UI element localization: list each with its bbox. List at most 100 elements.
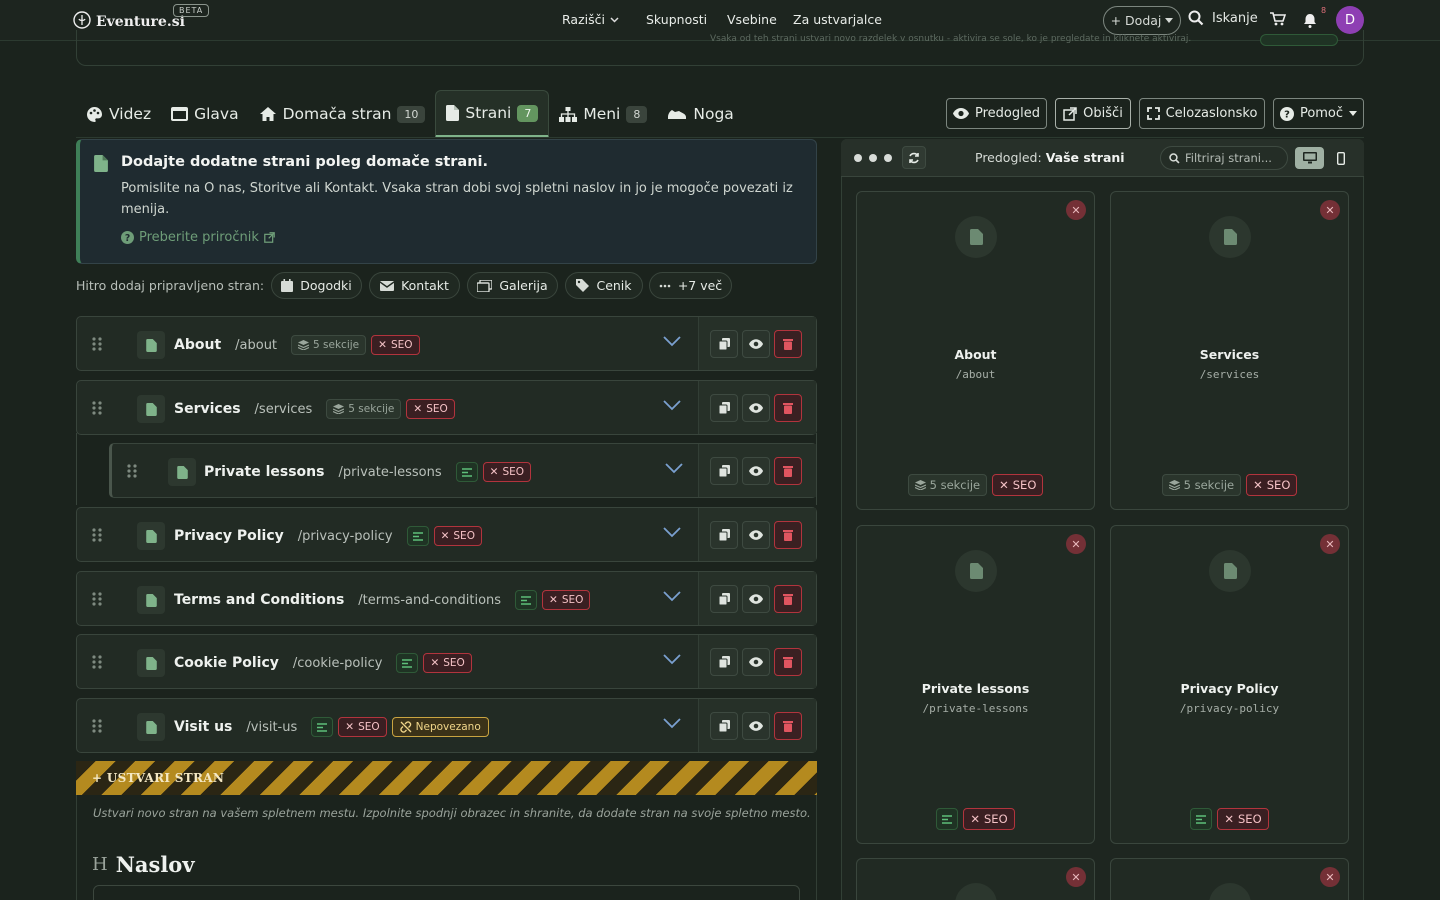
drag-handle-icon[interactable] [91,528,103,542]
duplicate-button[interactable] [710,330,738,358]
card-tags: 5 sekcije ✕ SEO [1111,474,1348,496]
preview-title: Predogled: Vaše strani [975,150,1125,165]
page-row[interactable]: Services/services 5 sekcije ✕ SEO [76,380,817,435]
drag-handle-icon[interactable] [91,592,103,606]
quick-add-gallery[interactable]: Galerija [467,272,558,299]
drag-handle-icon[interactable] [126,464,138,478]
delete-button[interactable] [774,457,802,485]
guide-link[interactable]: ? Preberite priročnik [121,230,275,245]
help-button[interactable]: ? Pomoč [1273,98,1364,129]
create-page-description: Ustvari novo stran na vašem spletnem mes… [93,806,811,820]
duplicate-button[interactable] [710,585,738,613]
preview-button-label: Predogled [975,106,1040,121]
remove-card-button[interactable]: ✕ [1320,534,1340,554]
refresh-button[interactable] [902,146,926,169]
remove-card-button[interactable]: ✕ [1320,867,1340,887]
search-icon [1188,10,1204,26]
chevron-down-icon[interactable] [663,591,681,602]
title-field-text: Naslov [115,852,195,877]
page-row[interactable]: Privacy Policy/privacy-policy ✕ SEO [76,507,817,562]
view-button[interactable] [742,521,770,549]
drag-handle-icon[interactable] [91,719,103,733]
duplicate-button[interactable] [710,394,738,422]
delete-button[interactable] [774,330,802,358]
remove-card-button[interactable]: ✕ [1320,200,1340,220]
envelope-icon [380,280,395,291]
quick-add-events[interactable]: Dogodki [271,272,362,299]
tab-footer[interactable]: Noga [657,90,743,138]
chevron-down-icon[interactable] [663,527,681,538]
unlinked-badge: Nepovezano [391,717,489,737]
preview-card[interactable]: ✕ [856,858,1095,900]
view-button[interactable] [742,457,770,485]
ellipsis-icon [659,284,671,287]
chevron-down-icon[interactable] [663,654,681,665]
page-title: Privacy Policy/privacy-policy ✕ SEO [174,526,482,546]
desktop-icon [1302,152,1317,164]
guide-link-label: Preberite priročnik [139,230,259,245]
preview-card[interactable]: ✕ Privacy Policy /privacy-policy ✕ SEO [1110,525,1349,844]
visit-button[interactable]: Obišči [1055,98,1131,129]
desktop-view-button[interactable] [1295,147,1324,169]
chevron-down-icon[interactable] [663,400,681,411]
page-row[interactable]: Terms and Conditions/terms-and-condition… [76,571,817,626]
duplicate-button[interactable] [710,648,738,676]
duplicate-button[interactable] [710,457,738,485]
preview-card[interactable]: ✕ Services /services 5 sekcije ✕ SEO [1110,191,1349,510]
row-actions [710,330,802,358]
drag-handle-icon[interactable] [91,337,103,351]
brand-logo[interactable]: Eventure.si [73,10,185,30]
preview-card[interactable]: ✕ About /about 5 sekcije ✕ SEO [856,191,1095,510]
chevron-down-icon[interactable] [665,463,683,474]
delete-button[interactable] [774,712,802,740]
card-title: About [954,347,997,362]
delete-button[interactable] [774,648,802,676]
nav-content[interactable]: Vsebine [727,12,777,27]
preview-card[interactable]: ✕ Private lessons /private-lessons ✕ SEO [856,525,1095,844]
chevron-down-icon[interactable] [663,336,681,347]
title-input[interactable] [93,885,800,900]
view-button[interactable] [742,585,770,613]
nav-creators[interactable]: Za ustvarjalce [793,12,882,27]
tab-homepage[interactable]: Domača stran 10 [249,90,436,138]
x-icon: ✕ [489,466,499,478]
duplicate-button[interactable] [710,712,738,740]
view-button[interactable] [742,648,770,676]
nav-communities[interactable]: Skupnosti [646,12,707,27]
remove-card-button[interactable]: ✕ [1066,867,1086,887]
view-button[interactable] [742,394,770,422]
duplicate-button[interactable] [710,521,738,549]
view-button[interactable] [742,712,770,740]
remove-card-button[interactable]: ✕ [1066,534,1086,554]
quick-add-pricing[interactable]: Cenik [565,272,643,299]
delete-button[interactable] [774,521,802,549]
page-row[interactable]: Cookie Policy/cookie-policy ✕ SEO [76,634,817,689]
tab-pages[interactable]: Strani 7 [435,90,550,138]
quick-add-more[interactable]: +7 več [649,272,732,299]
tab-header[interactable]: Glava [161,90,249,138]
chevron-down-icon[interactable] [663,718,681,729]
mobile-view-button[interactable] [1330,147,1352,169]
search-button[interactable]: Iskanje [1188,10,1258,26]
page-row[interactable]: About/about 5 sekcije ✕ SEO [76,316,817,371]
remove-card-button[interactable]: ✕ [1066,200,1086,220]
preview-button[interactable]: Predogled [946,98,1047,129]
cart-icon[interactable] [1270,12,1286,26]
view-button[interactable] [742,330,770,358]
page-row-child[interactable]: Private lessons/private-lessons ✕ SEO [109,443,817,498]
quick-add-contact[interactable]: Kontakt [369,272,460,299]
page-row[interactable]: Visit us/visit-us ✕ SEO Nepovezano [76,698,817,753]
delete-button[interactable] [774,585,802,613]
filter-input[interactable]: Filtriraj strani... [1160,146,1288,170]
delete-button[interactable] [774,394,802,422]
preview-card[interactable]: ✕ [1110,858,1349,900]
card-slug: /private-lessons [922,702,1029,715]
tab-appearance[interactable]: Videz [76,90,161,138]
drag-handle-icon[interactable] [91,655,103,669]
nav-explore[interactable]: Razišči [562,12,619,27]
drag-handle-icon[interactable] [91,401,103,415]
fullscreen-button[interactable]: Celozaslonsko [1139,98,1265,129]
sections-badge: 5 sekcije [907,474,988,496]
bell-icon[interactable] [1303,13,1317,28]
tab-menu[interactable]: Meni 8 [549,90,657,138]
